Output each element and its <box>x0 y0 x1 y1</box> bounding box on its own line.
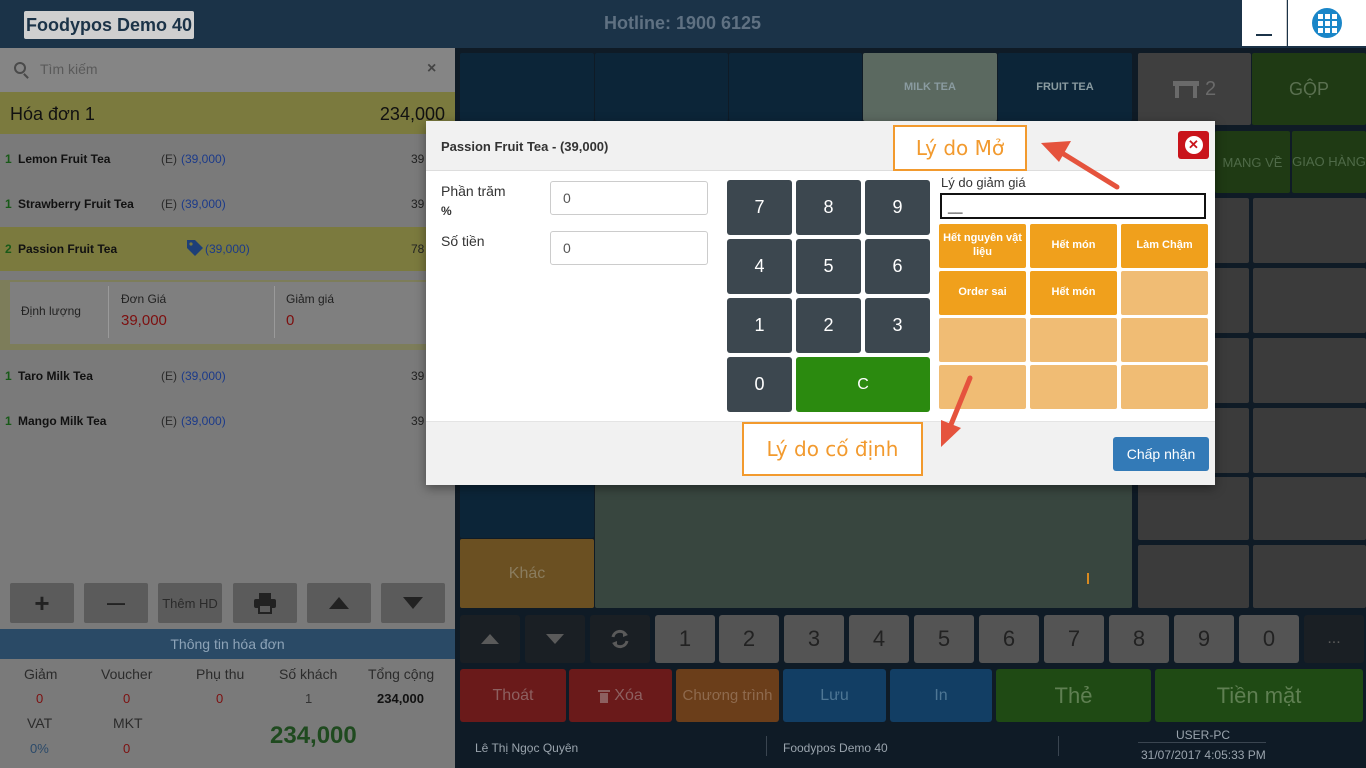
arrow-open-reason-icon <box>1041 141 1120 190</box>
annotation-arrows <box>941 141 1120 447</box>
arrow-fixed-reason-icon <box>941 375 973 447</box>
